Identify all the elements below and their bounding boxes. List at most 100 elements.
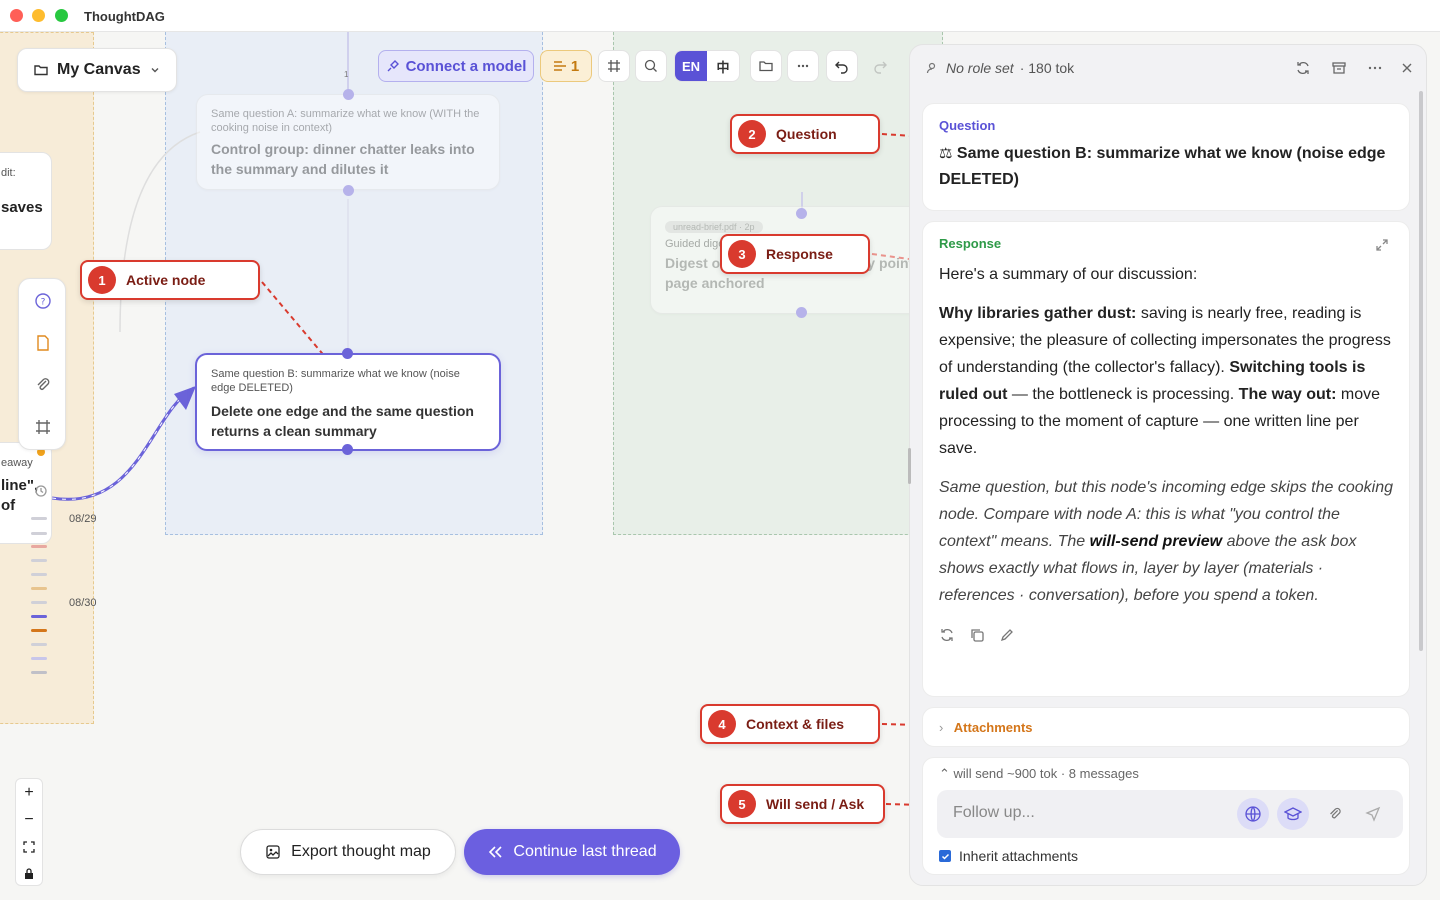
will-send-preview[interactable]: ⌃ will send ~900 tok · 8 messages: [939, 766, 1139, 782]
canvas-title: My Canvas: [57, 61, 141, 78]
zoom-in-button[interactable]: +: [16, 779, 42, 806]
timeline-tick[interactable]: [31, 532, 47, 535]
continue-last-thread-button[interactable]: Continue last thread: [464, 829, 680, 875]
panel-resize-handle[interactable]: [908, 448, 911, 484]
timeline-tick[interactable]: [31, 587, 47, 590]
pending-count-button[interactable]: 1: [540, 50, 592, 82]
panel-more-button[interactable]: [1366, 59, 1384, 77]
callout-label: Response: [766, 246, 833, 262]
node-port[interactable]: [796, 208, 807, 219]
export-thought-map-button[interactable]: Export thought map: [240, 829, 456, 875]
send-icon: [1365, 806, 1381, 822]
response-note: Same question, but this node's incoming …: [939, 474, 1393, 609]
close-window-button[interactable]: [10, 9, 23, 22]
expand-icon[interactable]: [1375, 238, 1389, 252]
panel-header: No role set · 180 tok: [910, 45, 1426, 91]
timeline-tick[interactable]: [31, 601, 47, 604]
node-port-bottom[interactable]: [342, 444, 353, 455]
question-node-tool[interactable]: ?: [31, 289, 55, 313]
continue-label: Continue last thread: [513, 843, 657, 860]
left-card-line1: dit:: [1, 167, 16, 179]
chevron-down-icon: [151, 68, 159, 73]
node-a-control-group[interactable]: Same question A: summarize what we know …: [196, 94, 500, 190]
timeline-tick[interactable]: [31, 545, 47, 548]
left-card2-line3: of: [1, 497, 16, 514]
node-port[interactable]: [343, 185, 354, 196]
attachments-card[interactable]: › Attachments: [922, 707, 1410, 747]
follow-up-input[interactable]: Follow up...: [937, 790, 1403, 838]
attach-file-button[interactable]: [1319, 798, 1351, 830]
ellipsis-icon: [1368, 66, 1382, 70]
frame-tool-button[interactable]: [598, 50, 630, 82]
token-count: · 180 tok: [1019, 60, 1075, 76]
timeline-tick[interactable]: [31, 573, 47, 576]
node-port-top[interactable]: [342, 348, 353, 359]
more-options-button[interactable]: [787, 50, 819, 82]
search-button[interactable]: [635, 50, 667, 82]
lock-icon: [25, 867, 33, 879]
node-port[interactable]: [796, 307, 807, 318]
fit-view-icon: [23, 840, 35, 853]
left-node-card[interactable]: dit: saves: [0, 152, 52, 250]
callout-number: 3: [728, 240, 756, 268]
node-file-tag: unread-brief.pdf · 2p: [665, 221, 763, 233]
frame-icon: [36, 420, 50, 434]
web-search-toggle[interactable]: [1237, 798, 1269, 830]
callout-number: 4: [708, 710, 736, 738]
timeline-tick[interactable]: [31, 643, 47, 646]
connect-model-label: Connect a model: [405, 57, 527, 75]
copy-icon[interactable]: [969, 627, 985, 643]
archive-button[interactable]: [1330, 59, 1348, 77]
person-icon: [926, 62, 936, 74]
timeline-tick[interactable]: [31, 517, 47, 520]
folder-icon: [34, 65, 48, 76]
note-node-tool[interactable]: [31, 331, 55, 355]
export-label: Export thought map: [291, 843, 431, 860]
lang-en-button[interactable]: EN: [675, 51, 707, 81]
response-text: — the bottleneck is processing.: [1007, 386, 1235, 403]
fit-view-button[interactable]: [16, 833, 42, 860]
response-card: Response Here's a summary of our discuss…: [922, 221, 1410, 697]
close-icon: [1402, 63, 1412, 73]
app-name: ThoughtDAG: [84, 9, 165, 24]
redo-button[interactable]: [864, 50, 896, 82]
timeline-tick[interactable]: [31, 671, 47, 674]
lang-zh-button[interactable]: 中: [707, 51, 739, 81]
panel-scrollbar[interactable]: [1419, 91, 1423, 651]
checkmark-icon: [941, 853, 949, 860]
zoom-window-button[interactable]: [55, 9, 68, 22]
scale-icon: ⚖: [939, 145, 953, 162]
timeline-tick[interactable]: [31, 629, 47, 632]
frame-node-tool[interactable]: [31, 415, 55, 439]
attachment-node-tool[interactable]: [31, 373, 55, 397]
canvas-selector[interactable]: My Canvas: [17, 48, 177, 92]
role-label[interactable]: No role set: [946, 60, 1014, 76]
rewind-icon: [489, 846, 502, 858]
node-port[interactable]: [343, 89, 354, 100]
send-button[interactable]: [1357, 798, 1389, 830]
timeline-date: 08/30: [69, 597, 97, 609]
timeline-tick[interactable]: [31, 615, 47, 618]
timeline-tick[interactable]: [31, 559, 47, 562]
lock-button[interactable]: [16, 860, 42, 887]
undo-button[interactable]: [826, 50, 858, 82]
close-panel-button[interactable]: [1398, 59, 1416, 77]
open-folder-button[interactable]: [750, 50, 782, 82]
edit-icon[interactable]: [999, 627, 1015, 643]
refresh-button[interactable]: [1294, 59, 1312, 77]
inherit-attachments-checkbox[interactable]: [939, 850, 951, 862]
question-card: Question ⚖ Same question B: summarize wh…: [922, 103, 1410, 211]
regenerate-icon[interactable]: [939, 627, 955, 643]
connect-model-button[interactable]: Connect a model: [378, 50, 534, 82]
timeline-tick[interactable]: [31, 657, 47, 660]
inherit-attachments-option[interactable]: Inherit attachments: [939, 848, 1078, 864]
node-b-active[interactable]: Same question B: summarize what we know …: [195, 353, 501, 451]
zoom-out-button[interactable]: −: [16, 806, 42, 833]
language-toggle: EN 中: [674, 50, 740, 82]
note-icon: [37, 335, 49, 351]
minimize-window-button[interactable]: [32, 9, 45, 22]
frame-icon: [608, 60, 620, 72]
study-mode-toggle[interactable]: [1277, 798, 1309, 830]
history-icon[interactable]: [34, 484, 48, 498]
undo-icon: [835, 61, 848, 74]
